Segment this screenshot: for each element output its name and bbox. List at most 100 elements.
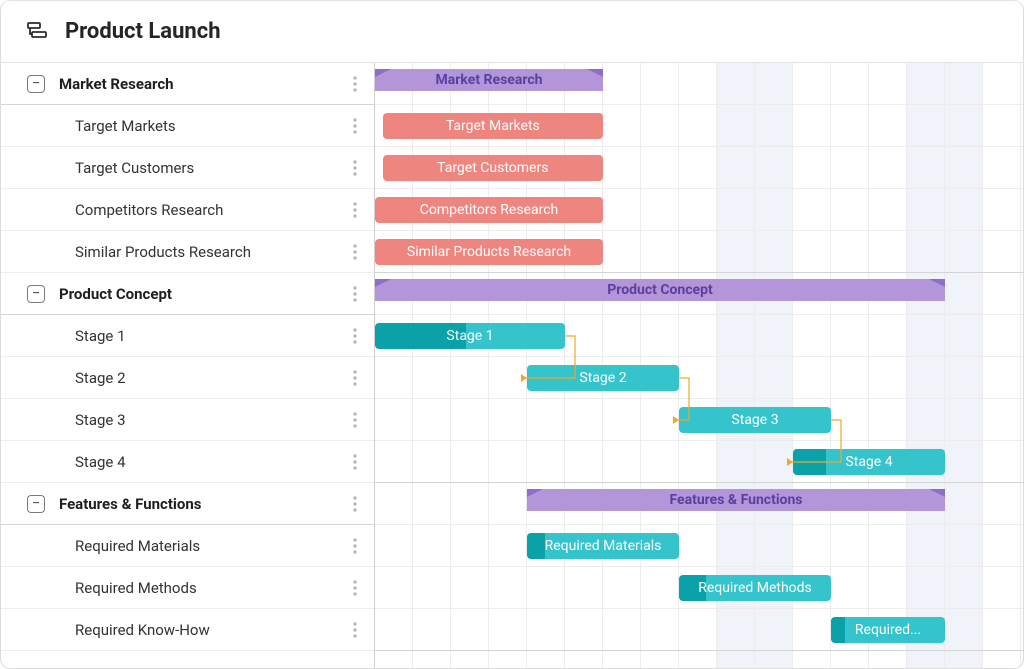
task-label-cell: Required Know-How [1, 609, 374, 650]
task-label[interactable]: Stage 4 [75, 453, 346, 471]
task-label[interactable]: Similar Products Research [75, 243, 346, 261]
row-divider [375, 440, 1023, 441]
grid-column [983, 63, 1021, 668]
bar-label: Competitors Research [383, 202, 595, 218]
task-label[interactable]: Target Markets [75, 117, 346, 135]
task-row: Target Markets [1, 105, 374, 147]
group-bar[interactable]: Market Research [375, 69, 603, 91]
task-row: Target Customers [1, 147, 374, 189]
section-row: −Features & Functions [1, 483, 374, 525]
task-label[interactable]: Stage 3 [75, 411, 346, 429]
task-label-cell: Similar Products Research [1, 231, 374, 272]
bar-label: Required... [839, 622, 937, 638]
row-divider [375, 188, 1023, 189]
collapse-toggle[interactable]: − [27, 285, 45, 303]
bar-label: Similar Products Research [383, 244, 595, 260]
row-divider [375, 524, 1023, 525]
section-label[interactable]: Market Research [59, 75, 346, 93]
task-bar[interactable]: Required... [831, 617, 945, 643]
task-label-cell: Target Markets [1, 105, 374, 146]
task-row: Similar Products Research [1, 231, 374, 273]
row-divider [375, 398, 1023, 399]
grid-column [451, 63, 489, 668]
bar-label: Target Customers [391, 160, 595, 176]
task-row: Competitors Research [1, 189, 374, 231]
task-label-cell: Stage 2 [1, 357, 374, 398]
section-label[interactable]: Features & Functions [59, 495, 346, 513]
task-label-cell: Required Methods [1, 567, 374, 608]
row-divider [375, 314, 1023, 315]
task-bar[interactable]: Stage 3 [679, 407, 831, 433]
more-icon[interactable] [346, 579, 364, 597]
row-divider [375, 608, 1023, 609]
row-divider [375, 566, 1023, 567]
task-bar[interactable]: Stage 2 [527, 365, 679, 391]
more-icon[interactable] [346, 159, 364, 177]
task-bar[interactable]: Required Materials [527, 533, 679, 559]
more-icon[interactable] [346, 117, 364, 135]
row-divider [375, 650, 1023, 651]
more-icon[interactable] [346, 411, 364, 429]
section-row: −Market Research [1, 63, 374, 105]
group-bar[interactable]: Product Concept [375, 279, 945, 301]
grid-column [869, 63, 907, 668]
task-row: Required Materials [1, 525, 374, 567]
bar-label: Stage 1 [383, 328, 557, 344]
row-divider [375, 146, 1023, 147]
more-icon[interactable] [346, 495, 364, 513]
more-icon[interactable] [346, 537, 364, 555]
more-icon[interactable] [346, 327, 364, 345]
task-bar[interactable]: Target Customers [383, 155, 603, 181]
bar-label: Stage 4 [801, 454, 937, 470]
timeline[interactable]: Market Research Target Markets Target Cust… [375, 63, 1023, 668]
gantt-app: Product Launch −Market Research Target M… [0, 0, 1024, 669]
more-icon[interactable] [346, 243, 364, 261]
task-label[interactable]: Competitors Research [75, 201, 346, 219]
grid-column [831, 63, 869, 668]
collapse-toggle[interactable]: − [27, 75, 45, 93]
task-label[interactable]: Stage 2 [75, 369, 346, 387]
grid-column [907, 63, 945, 668]
bar-label: Product Concept [383, 282, 937, 298]
more-icon[interactable] [346, 453, 364, 471]
gantt-panel: −Market Research Target Markets Target C… [1, 63, 1023, 668]
more-icon[interactable] [346, 201, 364, 219]
task-label[interactable]: Target Customers [75, 159, 346, 177]
task-label-cell: −Features & Functions [1, 483, 374, 524]
task-bar[interactable]: Stage 4 [793, 449, 945, 475]
task-label-cell: Target Customers [1, 147, 374, 188]
task-label-cell: Stage 3 [1, 399, 374, 440]
bar-label: Stage 2 [535, 370, 671, 386]
row-divider [375, 104, 1023, 105]
more-icon[interactable] [346, 75, 364, 93]
group-bar[interactable]: Features & Functions [527, 489, 945, 511]
task-bar[interactable]: Target Markets [383, 113, 603, 139]
task-label-cell: Competitors Research [1, 189, 374, 230]
task-label-cell: Required Materials [1, 525, 374, 566]
task-label[interactable]: Required Know-How [75, 621, 346, 639]
more-icon[interactable] [346, 285, 364, 303]
task-label-cell: −Market Research [1, 63, 374, 104]
task-label[interactable]: Required Materials [75, 537, 346, 555]
bar-label: Features & Functions [535, 492, 937, 508]
bar-label: Market Research [383, 72, 595, 88]
bar-label: Stage 3 [687, 412, 823, 428]
page-title: Product Launch [65, 19, 221, 44]
task-bar[interactable]: Stage 1 [375, 323, 565, 349]
collapse-toggle[interactable]: − [27, 495, 45, 513]
bar-label: Required Materials [535, 538, 671, 554]
grid-column [375, 63, 413, 668]
task-label-cell: −Product Concept [1, 273, 374, 314]
task-label[interactable]: Stage 1 [75, 327, 346, 345]
task-bar[interactable]: Similar Products Research [375, 239, 603, 265]
row-divider [375, 230, 1023, 231]
task-bar[interactable]: Competitors Research [375, 197, 603, 223]
task-label[interactable]: Required Methods [75, 579, 346, 597]
task-bar[interactable]: Required Methods [679, 575, 831, 601]
more-icon[interactable] [346, 369, 364, 387]
gantt-icon [25, 20, 49, 44]
section-label[interactable]: Product Concept [59, 285, 346, 303]
grid-column [1021, 63, 1023, 668]
more-icon[interactable] [346, 621, 364, 639]
row-divider [375, 356, 1023, 357]
